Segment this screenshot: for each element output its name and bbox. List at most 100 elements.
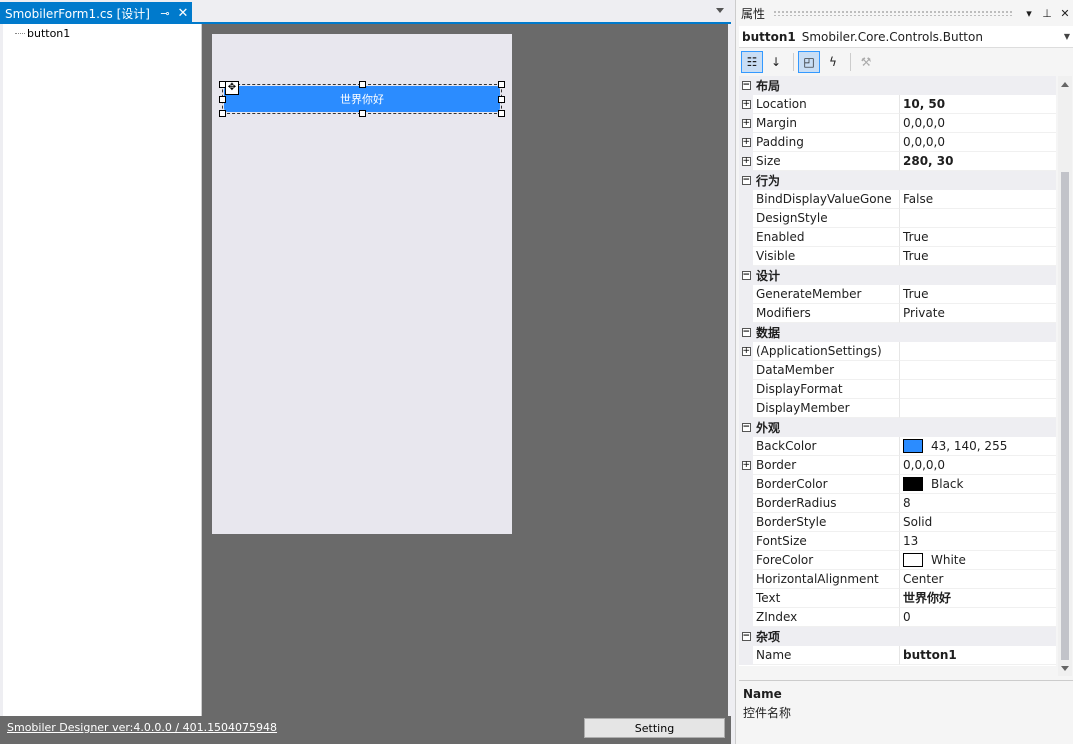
pin-icon[interactable]: ⊸ <box>156 7 174 20</box>
expand-icon[interactable]: + <box>741 347 751 356</box>
expand-icon[interactable]: + <box>741 461 751 470</box>
property-row[interactable]: DisplayFormat <box>739 380 1056 399</box>
version-link[interactable]: Smobiler Designer ver:4.0.0.0 / 401.1504… <box>7 721 277 734</box>
property-row[interactable]: DesignStyle <box>739 209 1056 228</box>
category-behavior[interactable]: − 行为 <box>739 171 1056 190</box>
property-value[interactable]: 280, 30 <box>900 152 1056 171</box>
property-row[interactable]: BindDisplayValueGone False <box>739 190 1056 209</box>
expand-icon[interactable]: + <box>741 119 751 128</box>
property-value[interactable]: 43, 140, 255 <box>900 437 1056 456</box>
events-lightning-icon[interactable]: ϟ <box>822 51 844 73</box>
property-value[interactable]: White <box>900 551 1056 570</box>
collapse-icon[interactable]: − <box>741 81 751 90</box>
property-value[interactable]: 世界你好 <box>900 589 1056 608</box>
scroll-thumb[interactable] <box>1061 172 1069 660</box>
property-value[interactable]: False <box>900 190 1056 209</box>
property-value[interactable] <box>900 380 1056 399</box>
property-value[interactable]: 0,0,0,0 <box>900 114 1056 133</box>
property-row[interactable]: + Margin 0,0,0,0 <box>739 114 1056 133</box>
property-row[interactable]: + Border 0,0,0,0 <box>739 456 1056 475</box>
resize-handle-ne[interactable] <box>498 81 505 88</box>
category-appearance[interactable]: − 外观 <box>739 418 1056 437</box>
category-layout[interactable]: − 布局 <box>739 76 1056 95</box>
property-value[interactable]: Black <box>900 475 1056 494</box>
property-row[interactable]: ForeColor White <box>739 551 1056 570</box>
chevron-down-icon[interactable]: ▼ <box>1061 32 1073 41</box>
property-grid-scrollbar[interactable] <box>1058 76 1072 676</box>
property-row[interactable]: Visible True <box>739 247 1056 266</box>
category-design[interactable]: − 设计 <box>739 266 1056 285</box>
resize-handle-s[interactable] <box>359 110 366 117</box>
property-value[interactable]: 0 <box>900 608 1056 627</box>
form-surface[interactable]: 世界你好 ✥ <box>212 34 512 534</box>
chevron-down-icon[interactable] <box>716 8 724 13</box>
property-row[interactable]: + (ApplicationSettings) <box>739 342 1056 361</box>
design-button[interactable]: 世界你好 <box>224 86 500 112</box>
categorized-icon[interactable]: ☷ <box>741 51 763 73</box>
resize-handle-e[interactable] <box>498 96 505 103</box>
collapse-icon[interactable]: − <box>741 271 751 280</box>
resize-handle-w[interactable] <box>219 96 226 103</box>
property-value[interactable] <box>900 342 1056 361</box>
property-row[interactable]: BorderStyle Solid <box>739 513 1056 532</box>
property-value[interactable] <box>900 399 1056 418</box>
property-row[interactable]: GenerateMember True <box>739 285 1056 304</box>
property-value[interactable]: 8 <box>900 494 1056 513</box>
property-value[interactable]: True <box>900 247 1056 266</box>
dropdown-icon[interactable]: ▾ <box>1020 7 1038 20</box>
property-value[interactable]: 0,0,0,0 <box>900 133 1056 152</box>
property-value[interactable]: Private <box>900 304 1056 323</box>
property-row[interactable]: DataMember <box>739 361 1056 380</box>
resize-handle-n[interactable] <box>359 81 366 88</box>
property-value[interactable] <box>900 361 1056 380</box>
property-value[interactable]: True <box>900 285 1056 304</box>
property-row[interactable]: + Padding 0,0,0,0 <box>739 133 1056 152</box>
property-row[interactable]: Enabled True <box>739 228 1056 247</box>
property-row[interactable]: BackColor 43, 140, 255 <box>739 437 1056 456</box>
property-value[interactable]: Solid <box>900 513 1056 532</box>
resize-handle-sw[interactable] <box>219 110 226 117</box>
document-tab[interactable]: SmobilerForm1.cs [设计] ⊸ ✕ <box>0 2 192 24</box>
property-row[interactable]: FontSize 13 <box>739 532 1056 551</box>
property-value[interactable]: 0,0,0,0 <box>900 456 1056 475</box>
property-row[interactable]: ZIndex 0 <box>739 608 1056 627</box>
property-value[interactable]: 10, 50 <box>900 95 1056 114</box>
collapse-icon[interactable]: − <box>741 632 751 641</box>
property-row[interactable]: HorizontalAlignment Center <box>739 570 1056 589</box>
property-row[interactable]: + Location 10, 50 <box>739 95 1056 114</box>
move-icon[interactable]: ✥ <box>225 81 239 95</box>
property-row[interactable]: Name button1 <box>739 646 1056 665</box>
tree-item-button1[interactable]: button1 <box>15 27 70 40</box>
scroll-down-icon[interactable] <box>1061 666 1069 671</box>
category-misc[interactable]: − 杂项 <box>739 627 1056 646</box>
property-value[interactable]: button1 <box>900 646 1056 665</box>
pin-icon[interactable]: ⊥ <box>1038 7 1056 20</box>
resize-handle-se[interactable] <box>498 110 505 117</box>
property-row[interactable]: BorderRadius 8 <box>739 494 1056 513</box>
property-row[interactable]: Modifiers Private <box>739 304 1056 323</box>
properties-view-icon[interactable]: ◰ <box>798 51 820 73</box>
close-icon[interactable]: ✕ <box>174 6 192 21</box>
property-row[interactable]: Text 世界你好 <box>739 589 1056 608</box>
drag-grip[interactable] <box>773 10 1012 16</box>
close-icon[interactable]: ✕ <box>1056 7 1073 20</box>
property-value[interactable]: True <box>900 228 1056 247</box>
wrench-icon[interactable]: ⚒ <box>855 51 877 73</box>
sort-alphabetical-icon[interactable]: ↓ <box>765 51 787 73</box>
selected-button-frame[interactable]: 世界你好 ✥ <box>219 81 505 117</box>
setting-button[interactable]: Setting <box>584 718 725 738</box>
expand-icon[interactable]: + <box>741 138 751 147</box>
property-row[interactable]: BorderColor Black <box>739 475 1056 494</box>
expand-icon[interactable]: + <box>741 157 751 166</box>
collapse-icon[interactable]: − <box>741 423 751 432</box>
property-value[interactable]: 13 <box>900 532 1056 551</box>
object-selector[interactable]: button1 Smobiler.Core.Controls.Button ▼ <box>739 26 1073 48</box>
category-data[interactable]: − 数据 <box>739 323 1056 342</box>
expand-icon[interactable]: + <box>741 100 751 109</box>
property-value[interactable] <box>900 209 1056 228</box>
scroll-up-icon[interactable] <box>1061 82 1069 87</box>
collapse-icon[interactable]: − <box>741 328 751 337</box>
collapse-icon[interactable]: − <box>741 176 751 185</box>
property-row[interactable]: DisplayMember <box>739 399 1056 418</box>
property-row[interactable]: + Size 280, 30 <box>739 152 1056 171</box>
